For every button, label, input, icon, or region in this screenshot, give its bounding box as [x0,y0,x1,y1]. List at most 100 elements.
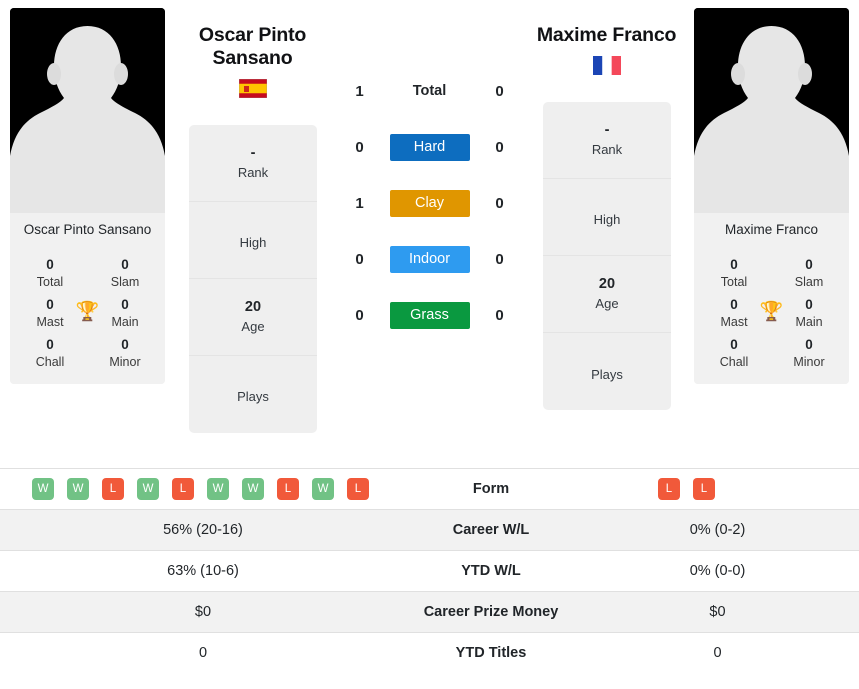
ytd-titles-label: YTD Titles [406,632,576,674]
surface-badge-hard[interactable]: Hard [389,133,470,161]
form-badge-win[interactable]: W [207,478,229,500]
left-titles-row-1: 0 Total 0 Slam [16,252,159,292]
right-total-titles: 0 Total [720,257,748,290]
left-ytd-wl: 63% (10-6) [0,550,406,592]
h2h-row-grass: 0 Grass 0 [341,287,519,343]
table-row-ytd-wl: 63% (10-6) YTD W/L 0% (0-0) [0,550,859,592]
right-form-cell: LL [576,468,859,510]
left-player-name[interactable]: Oscar Pinto Sansano [175,24,330,70]
left-player-photo-name: Oscar Pinto Sansano [10,213,165,249]
left-ytd-titles: 0 [0,632,406,674]
right-player-photo-column: Maxime Franco 0 Total 0 Slam 0 Mast 🏆 0 … [684,8,859,384]
head-to-head-column: 1 Total 0 0 Hard 0 1 Clay 0 0 Indoor 0 0 [330,8,529,343]
h2h-row-hard: 0 Hard 0 [341,119,519,175]
right-ytd-titles: 0 [576,632,859,674]
h2h-row-indoor: 0 Indoor 0 [341,231,519,287]
form-badge-loss[interactable]: L [347,478,369,500]
left-player-card[interactable]: Oscar Pinto Sansano 0 Total 0 Slam 0 Mas… [10,8,165,384]
right-player-flag [529,55,684,78]
right-slam-titles: 0 Slam [794,257,824,290]
comparison-stats-table: WWLWLWWLWL Form LL 56% (20-16) Career W/… [0,468,859,674]
right-titles-row-2: 0 Mast 🏆 0 Main [700,292,843,332]
left-slam-titles: 0 Slam [110,257,140,290]
left-form-badges: WWLWLWWLWL [0,478,406,500]
table-row-career-prize-money: $0 Career Prize Money $0 [0,591,859,633]
right-main-titles: 0 Main [795,297,823,329]
surface-badge-clay[interactable]: Clay [389,189,470,217]
left-rank-cell: - Rank [189,125,317,202]
form-badge-loss[interactable]: L [277,478,299,500]
left-player-titles: 0 Total 0 Slam 0 Mast 🏆 0 Main 0 Chall 0… [10,248,165,384]
form-badge-win[interactable]: W [242,478,264,500]
form-badge-win[interactable]: W [312,478,334,500]
left-player-info-column: Oscar Pinto Sansano - Rank High 20 Age P… [175,8,330,433]
left-main-titles: 0 Main [111,297,139,329]
h2h-indoor-right: 0 [495,250,504,268]
trophy-icon: 🏆 [75,301,100,323]
surface-badge-indoor[interactable]: Indoor [389,245,470,273]
left-chall-titles: 0 Chall [35,337,65,369]
comparison-header: Oscar Pinto Sansano 0 Total 0 Slam 0 Mas… [0,0,859,468]
right-ytd-wl: 0% (0-0) [576,550,859,592]
left-titles-row-2: 0 Mast 🏆 0 Main [16,292,159,332]
h2h-indoor-left: 0 [355,250,364,268]
h2h-grass-right: 0 [495,306,504,324]
left-high-cell: High [189,202,317,279]
right-player-photo-name: Maxime Franco [694,213,849,249]
h2h-hard-left: 0 [355,138,364,156]
left-player-photo [10,8,165,213]
right-career-prize: $0 [576,591,859,633]
left-form-cell: WWLWLWWLWL [0,468,406,510]
h2h-total-right: 0 [495,82,504,100]
right-mast-titles: 0 Mast [720,297,748,329]
left-titles-row-3: 0 Chall 0 Minor [16,332,159,372]
right-high-cell: High [543,179,671,256]
h2h-total-label: Total [412,83,447,99]
form-badge-win[interactable]: W [67,478,89,500]
h2h-total-left: 1 [355,82,364,100]
right-player-card[interactable]: Maxime Franco 0 Total 0 Slam 0 Mast 🏆 0 … [694,8,849,384]
right-minor-titles: 0 Minor [793,337,825,369]
left-minor-titles: 0 Minor [109,337,141,369]
right-player-photo [694,8,849,213]
right-player-titles: 0 Total 0 Slam 0 Mast 🏆 0 Main 0 Chall 0… [694,248,849,384]
left-player-photo-column: Oscar Pinto Sansano 0 Total 0 Slam 0 Mas… [0,8,175,384]
left-total-titles: 0 Total [36,257,64,290]
left-age-cell: 20 Age [189,279,317,356]
right-titles-row-1: 0 Total 0 Slam [700,252,843,292]
left-career-prize: $0 [0,591,406,633]
france-flag-icon [592,55,621,75]
form-badge-win[interactable]: W [137,478,159,500]
form-badge-loss[interactable]: L [693,478,715,500]
right-plays-cell: Plays [591,366,623,382]
left-career-wl: 56% (20-16) [0,509,406,551]
surface-badge-grass[interactable]: Grass [389,301,470,329]
h2h-row-clay: 1 Clay 0 [341,175,519,231]
right-player-info-column: Maxime Franco - Rank High 20 Age Plays [529,8,684,410]
person-silhouette-icon [10,8,165,213]
right-player-rank-card: - Rank High 20 Age Plays [543,101,671,410]
h2h-clay-left: 1 [355,194,364,212]
form-badge-win[interactable]: W [32,478,54,500]
form-row-label: Form [406,468,576,510]
form-badge-loss[interactable]: L [172,478,194,500]
right-chall-titles: 0 Chall [719,337,749,369]
left-player-flag [175,78,330,101]
left-mast-titles: 0 Mast [36,297,64,329]
h2h-clay-right: 0 [495,194,504,212]
form-badge-loss[interactable]: L [658,478,680,500]
right-career-wl: 0% (0-2) [576,509,859,551]
person-silhouette-icon [694,8,849,213]
left-plays-cell: Plays [237,389,269,405]
table-row-ytd-titles: 0 YTD Titles 0 [0,632,859,674]
right-titles-row-3: 0 Chall 0 Minor [700,332,843,372]
h2h-hard-right: 0 [495,138,504,156]
player-comparison-page: Oscar Pinto Sansano 0 Total 0 Slam 0 Mas… [0,0,859,689]
table-row-career-wl: 56% (20-16) Career W/L 0% (0-2) [0,509,859,551]
form-badge-loss[interactable]: L [102,478,124,500]
left-player-rank-card: - Rank High 20 Age Plays [189,124,317,433]
career-wl-label: Career W/L [406,509,576,551]
right-age-cell: 20 Age [543,256,671,333]
right-form-badges: LL [576,478,859,500]
right-player-name[interactable]: Maxime Franco [529,24,684,47]
